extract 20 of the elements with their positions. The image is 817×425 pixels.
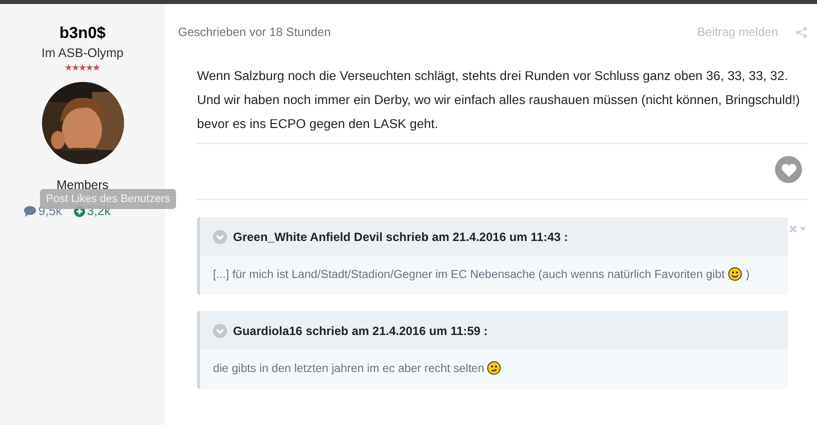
smiley-icon: [728, 267, 742, 281]
username-link[interactable]: b3n0$: [59, 24, 106, 44]
collapse-icon[interactable]: [213, 324, 227, 338]
close-caret-icon[interactable]: [789, 225, 807, 233]
post-text: Wenn Salzburg noch die Verseuchten schlägt, stehts drei Runden vor Schluss ganz oben 36, 33, 33, 32. Und wir haben noch immer ein Derby, wo wir einfach alles raushauen müssen (nicht können, Bringschuld!) bevor es ins ECPO gegen den LASK geht.: [197, 67, 801, 133]
quote-text: [...] für mich ist Land/Stadt/Stadion/Gegner im EC Nebensache (auch wenns natürlich Favoriten gibt: [213, 268, 725, 281]
rank-title: Im ASB-Olymp: [42, 46, 124, 60]
like-button[interactable]: [775, 156, 802, 183]
tooltip: Post Likes des Benutzers: [40, 189, 176, 209]
post-date: Geschrieben vor 18 Stunden: [178, 25, 331, 39]
heart-icon: [780, 162, 796, 176]
smiley-icon: [487, 361, 502, 375]
member-group: Members: [56, 178, 109, 192]
quote-header: Guardiola16 schrieb am 21.4.2016 um 11:59 :: [233, 324, 488, 338]
quote-text: ): [746, 268, 750, 281]
quote-text: die gibts in den letzten jahren im ec aber recht selten: [213, 362, 484, 375]
speech-bubble-icon: [24, 206, 36, 216]
collapse-icon[interactable]: [213, 230, 227, 244]
quote-header: Green_White Anfield Devil schrieb am 21.4.2016 um 11:43 :: [233, 230, 568, 244]
share-icon[interactable]: [796, 26, 807, 38]
